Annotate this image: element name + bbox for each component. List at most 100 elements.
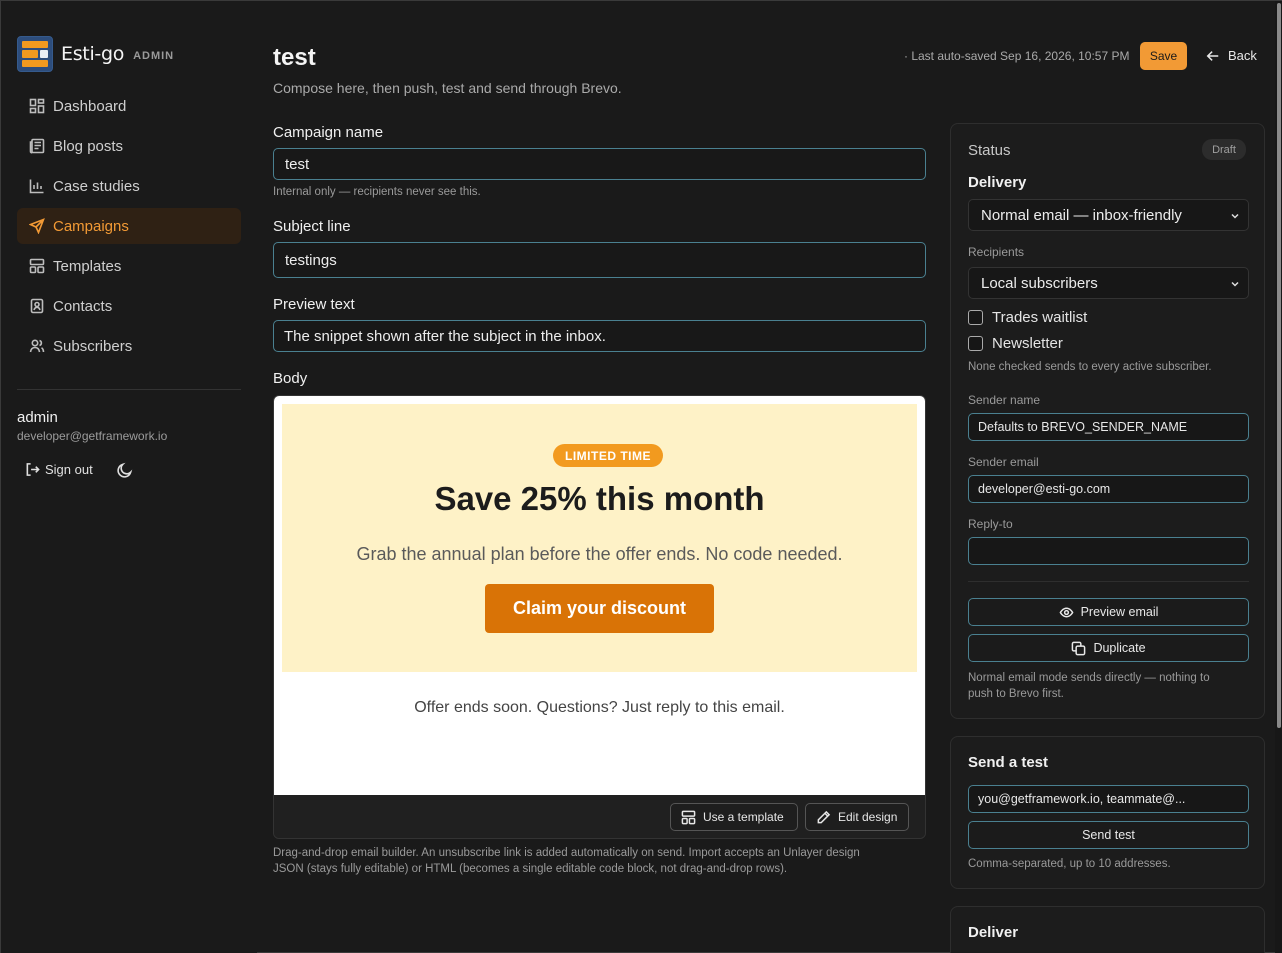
- preview-text-placeholder: The snippet shown after the subject in t…: [284, 327, 606, 345]
- sidebar-item-blog-posts[interactable]: Blog posts: [17, 128, 241, 164]
- chevron-down-icon: [1231, 213, 1239, 219]
- checkbox[interactable]: [968, 336, 983, 351]
- promo-block[interactable]: LIMITED TIME Save 25% this month Grab th…: [282, 404, 917, 672]
- sidebar-divider: [17, 389, 241, 390]
- sidebar-item-templates[interactable]: Templates: [17, 248, 241, 284]
- newspaper-icon: [29, 138, 45, 154]
- body-label: Body: [273, 370, 308, 387]
- autosave-status: · Last auto-saved Sep 16, 2026, 10:57 PM: [904, 49, 1130, 63]
- list-checkbox-newsletter[interactable]: Newsletter: [968, 335, 1063, 352]
- sidebar: Esti-go ADMIN Dashboard Blog posts Case …: [1, 1, 257, 953]
- body-hint-line-2: JSON (stays fully editable) or HTML (bec…: [273, 863, 788, 875]
- bar-chart-icon: [29, 179, 44, 194]
- back-label: Back: [1228, 48, 1257, 63]
- campaign-name-input[interactable]: test: [273, 148, 926, 180]
- claim-discount-button[interactable]: Claim your discount: [485, 584, 714, 633]
- editor-toolbar: Use a template Edit design: [274, 795, 925, 838]
- page-title: test: [273, 44, 316, 71]
- sidebar-item-subscribers[interactable]: Subscribers: [17, 328, 241, 364]
- deliver-panel: Deliver: [950, 906, 1265, 953]
- use-template-button[interactable]: Use a template: [670, 803, 798, 831]
- email-footer-text: Offer ends soon. Questions? Just reply t…: [414, 699, 785, 716]
- brand[interactable]: Esti-go ADMIN: [17, 36, 174, 72]
- reply-to-label: Reply-to: [968, 517, 1013, 531]
- list-checkbox-trades-waitlist[interactable]: Trades waitlist: [968, 309, 1087, 326]
- sidebar-item-contacts[interactable]: Contacts: [17, 288, 241, 324]
- arrow-left-icon: [1206, 50, 1219, 61]
- delivery-value: Normal email — inbox-friendly: [981, 206, 1182, 224]
- subject-input[interactable]: testings: [273, 242, 926, 278]
- checkbox[interactable]: [968, 310, 983, 325]
- sender-email-input[interactable]: developer@esti-go.com: [968, 475, 1249, 503]
- sidebar-item-label: Subscribers: [53, 337, 133, 355]
- pencil-icon: [817, 810, 831, 823]
- users-icon: [29, 339, 45, 353]
- user-email: developer@getframework.io: [17, 429, 168, 443]
- brand-tag: ADMIN: [133, 49, 175, 62]
- chevron-down-icon: [1231, 281, 1239, 287]
- email-subheadline: Grab the annual plan before the offer en…: [356, 544, 843, 564]
- preview-text-label: Preview text: [273, 296, 355, 313]
- email-headline: Save 25% this month: [434, 480, 765, 517]
- sidebar-item-dashboard[interactable]: Dashboard: [17, 88, 241, 124]
- back-button[interactable]: Back: [1206, 48, 1257, 63]
- theme-toggle-moon-icon[interactable]: [116, 462, 133, 479]
- sidebar-item-label: Blog posts: [53, 137, 124, 155]
- sign-out-label: Sign out: [45, 462, 93, 477]
- list-label: Trades waitlist: [992, 309, 1088, 326]
- status-badge: Draft: [1202, 139, 1246, 160]
- sender-name-input[interactable]: Defaults to BREVO_SENDER_NAME: [968, 413, 1249, 441]
- eye-icon: [1059, 607, 1074, 617]
- preview-email-label: Preview email: [1080, 605, 1159, 619]
- contact-book-icon: [30, 298, 44, 314]
- layout-icon: [681, 810, 696, 824]
- copy-icon: [1072, 641, 1086, 655]
- sidebar-item-label: Contacts: [53, 297, 113, 315]
- edit-design-button[interactable]: Edit design: [805, 803, 909, 831]
- recipients-value: Local subscribers: [981, 274, 1098, 292]
- sidebar-item-label: Case studies: [53, 177, 140, 195]
- status-panel: Status Draft Delivery Normal email — inb…: [950, 123, 1265, 719]
- sign-out-icon: [26, 463, 40, 476]
- preview-text-input[interactable]: The snippet shown after the subject in t…: [273, 320, 926, 352]
- sidebar-item-campaigns[interactable]: Campaigns: [17, 208, 241, 244]
- save-button[interactable]: Save: [1140, 42, 1187, 70]
- recipients-select[interactable]: Local subscribers: [968, 267, 1249, 299]
- lists-hint: None checked sends to every active subsc…: [968, 361, 1212, 373]
- sign-out-button[interactable]: Sign out: [25, 462, 93, 477]
- test-emails-input[interactable]: you@getframework.io, teammate@...: [968, 785, 1249, 813]
- esti-go-logo-icon: [17, 36, 53, 72]
- mode-hint-line-1: Normal email mode sends directly — nothi…: [968, 672, 1210, 684]
- preview-email-button[interactable]: Preview email: [968, 598, 1249, 626]
- send-test-button[interactable]: Send test: [968, 821, 1249, 849]
- send-test-title: Send a test: [968, 754, 1049, 771]
- email-editor: LIMITED TIME Save 25% this month Grab th…: [273, 395, 926, 839]
- sidebar-item-label: Campaigns: [53, 217, 129, 235]
- use-template-label: Use a template: [703, 810, 784, 824]
- deliver-title: Deliver: [968, 924, 1019, 941]
- test-emails-placeholder: you@getframework.io, teammate@...: [978, 792, 1186, 806]
- body-hint-line-1: Drag-and-drop email builder. An unsubscr…: [273, 847, 860, 859]
- panel-divider: [968, 581, 1249, 582]
- delivery-select[interactable]: Normal email — inbox-friendly: [968, 199, 1249, 231]
- limited-time-badge: LIMITED TIME: [553, 444, 663, 467]
- sidebar-item-label: Templates: [53, 257, 122, 275]
- send-icon: [29, 218, 45, 234]
- recipients-label: Recipients: [968, 245, 1025, 259]
- list-label: Newsletter: [992, 335, 1063, 352]
- edit-design-label: Edit design: [838, 810, 898, 824]
- layout-icon: [29, 258, 45, 274]
- user-name: admin: [17, 409, 58, 426]
- sidebar-item-case-studies[interactable]: Case studies: [17, 168, 241, 204]
- delivery-label: Delivery: [968, 174, 1027, 191]
- sidebar-item-label: Dashboard: [53, 97, 127, 115]
- reply-to-input[interactable]: [968, 537, 1249, 565]
- sidebar-nav: Dashboard Blog posts Case studies Campai…: [17, 88, 241, 368]
- mode-hint-line-2: push to Brevo first.: [968, 688, 1064, 700]
- page-subtitle: Compose here, then push, test and send t…: [273, 80, 622, 96]
- send-test-hint: Comma-separated, up to 10 addresses.: [968, 858, 1171, 870]
- subject-label: Subject line: [273, 218, 351, 235]
- duplicate-button[interactable]: Duplicate: [968, 634, 1249, 662]
- scrollbar-thumb[interactable]: [1277, 3, 1281, 728]
- email-canvas[interactable]: LIMITED TIME Save 25% this month Grab th…: [274, 396, 925, 795]
